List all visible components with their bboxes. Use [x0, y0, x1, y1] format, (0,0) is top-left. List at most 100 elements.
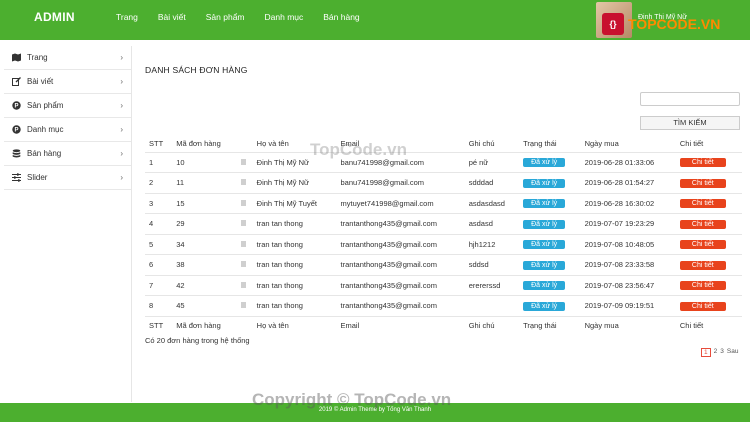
page-link-next[interactable]: Sau	[727, 348, 739, 357]
checkbox-icon[interactable]	[240, 199, 246, 206]
chevron-right-icon: ›	[120, 53, 123, 62]
cell-checkbox	[236, 213, 253, 235]
status-badge[interactable]: Đã xử lý	[523, 219, 566, 229]
column-header: Ghi chú	[464, 136, 520, 153]
status-badge[interactable]: Đã xử lý	[523, 281, 566, 291]
cell-stt: 5	[145, 234, 173, 255]
status-badge[interactable]: Đã xử lý	[523, 301, 566, 311]
checkbox-icon[interactable]	[240, 261, 246, 268]
table-row: 5 34 tran tan thong trantanthong435@gmai…	[145, 234, 742, 255]
cell-stt: 6	[145, 254, 173, 276]
cell-stt: 4	[145, 213, 173, 235]
sidebar-item-ban-hang[interactable]: Bán hàng ›	[4, 142, 131, 166]
detail-button[interactable]: Chi tiết	[679, 178, 726, 188]
status-badge[interactable]: Đã xử lý	[523, 178, 566, 188]
topcode-logo: {} TOPCODE.VN	[602, 13, 732, 35]
sidebar-item-label: Trang	[27, 53, 48, 62]
cell-note: asdasd	[464, 213, 520, 235]
table-row: 1 10 Đinh Thị Mỹ Nữ banu741998@gmail.com…	[145, 152, 742, 173]
sidebar: Trang › Bài viết › P Sản phẩm › P Danh m…	[4, 46, 132, 402]
chevron-right-icon: ›	[120, 125, 123, 134]
checkbox-icon[interactable]	[240, 158, 246, 165]
detail-button[interactable]: Chi tiết	[679, 301, 726, 311]
search-button[interactable]: TÌM KIẾM	[640, 116, 740, 130]
nav-item-san-pham[interactable]: Sản phẩm	[206, 12, 245, 22]
column-header: Họ và tên	[252, 136, 337, 153]
sidebar-item-label: Danh mục	[27, 125, 64, 134]
nav-item-danh-muc[interactable]: Danh mục	[265, 12, 304, 22]
orders-table: STT Mã đơn hàng Họ và tên Email Ghi chú …	[145, 136, 742, 334]
column-header	[236, 136, 253, 153]
detail-button[interactable]: Chi tiết	[679, 260, 726, 270]
status-badge[interactable]: Đã xử lý	[523, 199, 566, 209]
checkbox-icon[interactable]	[240, 179, 246, 186]
column-header: Email	[336, 136, 465, 153]
detail-button[interactable]: Chi tiết	[679, 219, 726, 229]
status-badge[interactable]: Đã xử lý	[523, 240, 566, 250]
search-input[interactable]	[640, 92, 740, 106]
edit-icon	[12, 77, 21, 86]
sidebar-item-slider[interactable]: Slider ›	[4, 166, 131, 190]
cell-name: tran tan thong	[252, 254, 337, 276]
cell-name: tran tan thong	[252, 275, 337, 296]
checkbox-icon[interactable]	[240, 281, 246, 288]
column-footer: Trạng thái	[523, 320, 557, 330]
status-badge[interactable]: Đã xử lý	[523, 158, 566, 168]
chevron-right-icon: ›	[120, 101, 123, 110]
detail-button[interactable]: Chi tiết	[679, 240, 726, 250]
page-link-1[interactable]: 1	[701, 348, 711, 357]
column-footer	[237, 316, 253, 334]
svg-text:P: P	[14, 104, 18, 110]
page-link-3[interactable]: 3	[720, 348, 724, 357]
cell-checkbox	[236, 295, 253, 317]
cell-status: Đã xử lý	[519, 275, 581, 296]
page-link-2[interactable]: 2	[714, 348, 718, 357]
column-footer: Mã đơn hàng	[176, 320, 221, 330]
brand-logo[interactable]: ADMIN	[34, 10, 75, 24]
checkbox-icon[interactable]	[240, 302, 246, 309]
cell-email: banu741998@gmail.com	[336, 152, 465, 173]
sidebar-item-san-pham[interactable]: P Sản phẩm ›	[4, 94, 131, 118]
checkbox-icon[interactable]	[240, 220, 246, 227]
table-row: 3 15 Đinh Thị Mỹ Tuyết mytuyet741998@gma…	[145, 193, 742, 214]
cell-name: tran tan thong	[252, 213, 337, 235]
table-row: 8 45 tran tan thong trantanthong435@gmai…	[145, 295, 742, 317]
status-badge[interactable]: Đã xử lý	[523, 260, 566, 270]
cell-detail: Chi tiết	[675, 213, 742, 235]
cell-detail: Chi tiết	[675, 152, 742, 173]
detail-button[interactable]: Chi tiết	[679, 158, 726, 168]
sidebar-item-label: Bán hàng	[27, 149, 62, 158]
sidebar-item-bai-viet[interactable]: Bài viết ›	[4, 70, 131, 94]
cell-detail: Chi tiết	[675, 254, 742, 276]
column-footer: Email	[340, 320, 360, 330]
cell-order-id: 38	[172, 254, 237, 276]
table-row: 7 42 tran tan thong trantanthong435@gmai…	[145, 275, 742, 296]
cell-date: 2019-07-07 19:23:29	[580, 213, 676, 235]
product-icon: P	[12, 101, 21, 110]
cell-name: tran tan thong	[252, 295, 337, 317]
cell-detail: Chi tiết	[675, 172, 742, 194]
checkbox-icon[interactable]	[240, 240, 246, 247]
table-row: 6 38 tran tan thong trantanthong435@gmai…	[145, 254, 742, 276]
cell-order-id: 11	[172, 172, 237, 194]
cell-name: Đinh Thị Mỹ Tuyết	[252, 193, 337, 214]
sidebar-item-label: Sản phẩm	[27, 101, 64, 110]
nav-item-ban-hang[interactable]: Bán hàng	[323, 12, 359, 22]
sidebar-item-danh-muc[interactable]: P Danh mục ›	[4, 118, 131, 142]
detail-button[interactable]: Chi tiết	[679, 199, 726, 209]
cell-order-id: 10	[172, 152, 237, 173]
cell-note: asdasdasd	[464, 193, 520, 214]
cell-status: Đã xử lý	[519, 152, 581, 173]
detail-button[interactable]: Chi tiết	[679, 281, 726, 291]
cell-checkbox	[236, 254, 253, 276]
cell-email: trantanthong435@gmail.com	[336, 234, 465, 255]
nav-item-bai-viet[interactable]: Bài viết	[158, 12, 186, 22]
sidebar-item-trang[interactable]: Trang ›	[4, 46, 131, 70]
cell-detail: Chi tiết	[675, 275, 742, 296]
cell-note: sdddad	[464, 172, 520, 194]
cell-email: trantanthong435@gmail.com	[336, 295, 465, 317]
cell-email: trantanthong435@gmail.com	[336, 213, 465, 235]
nav-item-trang[interactable]: Trang	[116, 12, 138, 22]
database-icon	[12, 149, 21, 158]
cell-status: Đã xử lý	[519, 213, 581, 235]
